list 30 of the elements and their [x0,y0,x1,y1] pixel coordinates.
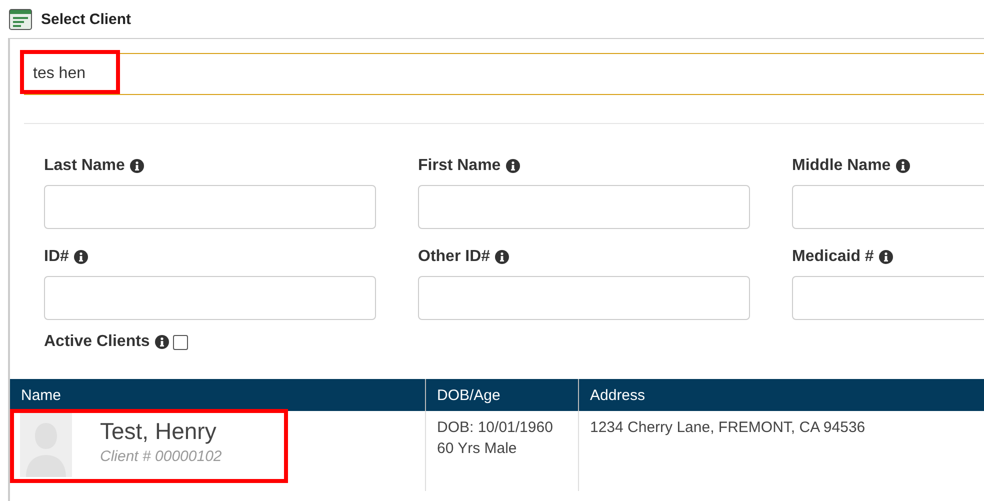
field-label: Medicaid # [792,246,984,268]
search-field[interactable]: tes hen [24,65,984,83]
info-icon [495,250,510,264]
window-icon [9,8,32,30]
info-icon [130,159,144,173]
address-cell-text: 1234 Cherry Lane, FREMONT, CA 94536 [590,418,866,438]
date-of-birth: DOB: 10/01/1960 [437,418,554,438]
input-field[interactable] [418,185,750,229]
input-field[interactable] [44,276,376,320]
input-field[interactable] [44,185,376,229]
column-header[interactable]: DOB/Age [426,379,578,411]
info-icon [896,159,910,173]
field-label: Other ID# [418,246,750,268]
input-field[interactable] [418,276,750,320]
client-number: Client # 00000102 [100,447,222,467]
active-clients-label: Active Clients [44,331,169,353]
info-icon [154,335,169,349]
field-label: First Name [418,155,750,177]
column-header[interactable]: Name [10,379,426,411]
info-icon [878,250,893,264]
field-label: ID# [44,246,376,268]
info-icon [74,250,88,264]
window-title: Select Client [41,10,132,28]
field-label: Middle Name [792,155,984,177]
info-icon [506,159,520,173]
client-name[interactable]: Test, Henry [100,416,222,446]
field-label: Last Name [44,155,376,177]
age-sex: 60 Yrs Male [437,439,518,459]
active-clients-checkbox[interactable] [172,334,188,350]
column-header[interactable]: Address [578,379,984,411]
